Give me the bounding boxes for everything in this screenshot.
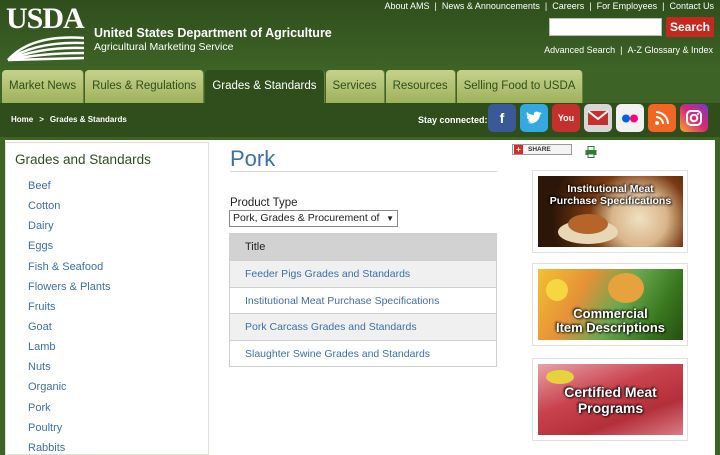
utility-links: Advanced Search | A-Z Glossary & Index	[544, 45, 713, 55]
results-table: Title Feeder Pigs Grades and Standards I…	[229, 233, 497, 367]
share-button[interactable]: + SHARE	[512, 144, 572, 155]
promo-image: Certified Meat Programs	[538, 364, 683, 435]
sidebar-item-fish-seafood[interactable]: Fish & Seafood	[28, 260, 111, 280]
table-header-title[interactable]: Title	[230, 234, 496, 260]
glossary-link[interactable]: A-Z Glossary & Index	[627, 45, 713, 55]
sidebar-item-poultry[interactable]: Poultry	[28, 421, 111, 441]
top-link-about[interactable]: About AMS	[384, 1, 429, 11]
plus-icon: +	[514, 145, 523, 154]
tab-services[interactable]: Services	[325, 70, 385, 103]
top-link-careers[interactable]: Careers	[552, 1, 584, 11]
product-type-value: Pork, Grades & Procurement of	[233, 212, 380, 224]
breadcrumb-current[interactable]: Grades & Standards	[50, 115, 127, 124]
main-nav: Market News Rules & Regulations Grades &…	[0, 70, 720, 103]
sidebar-item-pork[interactable]: Pork	[28, 401, 111, 421]
top-link-contact[interactable]: Contact Us	[669, 1, 714, 11]
sidebar-item-lamb[interactable]: Lamb	[28, 340, 111, 360]
table-row[interactable]: Institutional Meat Purchase Specificatio…	[230, 286, 496, 314]
logo-text: USDA	[6, 2, 85, 35]
twitter-icon[interactable]	[520, 104, 548, 132]
promo-cid[interactable]: Commercial Item Descriptions	[532, 263, 688, 346]
social-icons: f You	[488, 104, 712, 132]
tab-selling-food[interactable]: Selling Food to USDA	[456, 70, 584, 103]
promo-image: Commercial Item Descriptions	[538, 269, 683, 340]
logo-field-graphic	[7, 36, 85, 62]
page-title: Pork	[230, 146, 276, 171]
product-type-label: Product Type	[230, 197, 298, 209]
sidebar-item-dairy[interactable]: Dairy	[28, 219, 111, 239]
sidebar-item-organic[interactable]: Organic	[28, 380, 111, 400]
breadcrumb: Home > Grades & Standards	[11, 115, 127, 124]
top-link-news[interactable]: News & Announcements	[442, 1, 540, 11]
search-button[interactable]: Search	[666, 17, 714, 37]
instagram-icon[interactable]	[680, 104, 708, 132]
top-link-employees[interactable]: For Employees	[597, 1, 658, 11]
sidebar-list: Beef Cotton Dairy Eggs Fish & Seafood Fl…	[28, 179, 111, 455]
tab-resources[interactable]: Resources	[385, 70, 456, 103]
sidebar-item-beef[interactable]: Beef	[28, 179, 111, 199]
email-icon[interactable]	[584, 104, 612, 132]
usda-logo[interactable]: USDA	[6, 4, 86, 62]
sidebar: Grades and Standards Beef Cotton Dairy E…	[5, 142, 209, 455]
promo-caption: Commercial Item Descriptions	[555, 306, 666, 335]
site-header: USDA United States Department of Agricul…	[0, 0, 720, 70]
table-row[interactable]: Pork Carcass Grades and Standards	[230, 313, 496, 340]
advanced-search-link[interactable]: Advanced Search	[544, 45, 615, 55]
sidebar-item-goat[interactable]: Goat	[28, 320, 111, 340]
top-links: About AMS | News & Announcements | Careers…	[384, 1, 714, 11]
promo-image: Institutional Meat Purchase Specificatio…	[538, 176, 683, 247]
table-row[interactable]: Feeder Pigs Grades and Standards	[230, 260, 496, 287]
print-icon[interactable]	[585, 146, 597, 158]
product-type-select[interactable]: Pork, Grades & Procurement of ▼	[229, 210, 398, 227]
search-input[interactable]	[549, 18, 662, 36]
sidebar-item-fruits[interactable]: Fruits	[28, 300, 111, 320]
promo-certified-meat[interactable]: Certified Meat Programs	[532, 358, 688, 441]
sidebar-title: Grades and Standards	[15, 152, 151, 167]
tab-rules-regulations[interactable]: Rules & Regulations	[85, 70, 205, 103]
title-divider	[230, 171, 497, 172]
promo-caption: Institutional Meat Purchase Specificatio…	[549, 183, 672, 207]
dropdown-arrow-icon: ▼	[386, 214, 394, 223]
sidebar-item-flowers-plants[interactable]: Flowers & Plants	[28, 280, 111, 300]
table-row[interactable]: Slaughter Swine Grades and Standards	[230, 339, 496, 367]
facebook-icon[interactable]: f	[488, 104, 516, 132]
sidebar-item-eggs[interactable]: Eggs	[28, 239, 111, 259]
breadcrumb-separator-icon: >	[39, 115, 44, 124]
tab-grades-standards[interactable]: Grades & Standards	[205, 70, 325, 103]
breadcrumb-home[interactable]: Home	[11, 115, 33, 124]
tab-market-news[interactable]: Market News	[2, 70, 85, 103]
rss-icon[interactable]	[648, 104, 676, 132]
sidebar-item-nuts[interactable]: Nuts	[28, 360, 111, 380]
org-subtitle: Agricultural Marketing Service	[94, 41, 234, 53]
promo-caption: Certified Meat Programs	[564, 384, 657, 416]
org-name: United States Department of Agriculture	[94, 26, 332, 40]
sidebar-item-cotton[interactable]: Cotton	[28, 199, 111, 219]
promo-imps[interactable]: Institutional Meat Purchase Specificatio…	[532, 170, 688, 253]
stay-connected-label: Stay connected:	[418, 115, 488, 125]
youtube-icon[interactable]: You	[552, 104, 580, 132]
share-label: SHARE	[528, 146, 551, 153]
sidebar-item-rabbits[interactable]: Rabbits	[28, 441, 111, 455]
flickr-icon[interactable]	[616, 104, 644, 132]
